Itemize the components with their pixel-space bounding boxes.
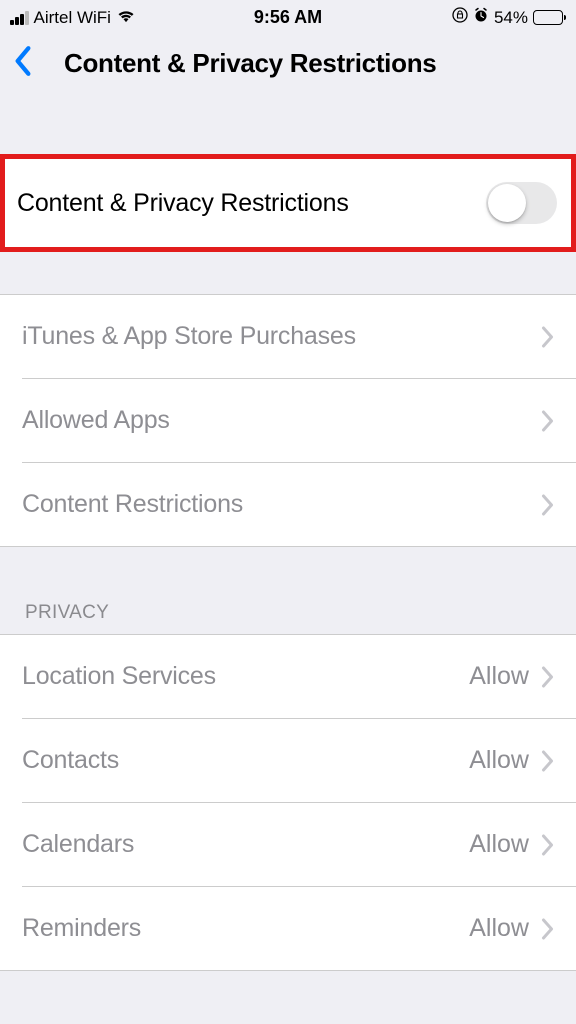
status-right: 54% (452, 7, 566, 28)
status-bar: Airtel WiFi 9:56 AM 54% (0, 0, 576, 30)
row-label: Location Services (22, 662, 469, 691)
allowed-apps-row[interactable]: Allowed Apps (22, 378, 576, 462)
chevron-right-icon (541, 410, 554, 432)
nav-bar: Content & Privacy Restrictions (0, 30, 576, 94)
location-services-row[interactable]: Location Services Allow (0, 635, 576, 718)
itunes-app-store-purchases-row[interactable]: iTunes & App Store Purchases (0, 295, 576, 378)
status-time: 9:56 AM (254, 7, 322, 28)
chevron-right-icon (541, 918, 554, 940)
row-label: Calendars (22, 830, 469, 859)
content-privacy-toggle-label: Content & Privacy Restrictions (17, 189, 349, 218)
orientation-lock-icon (452, 7, 468, 28)
row-label: Reminders (22, 914, 469, 943)
reminders-row[interactable]: Reminders Allow (22, 886, 576, 970)
row-value: Allow (469, 662, 529, 691)
purchases-section: iTunes & App Store Purchases Allowed App… (0, 294, 576, 547)
carrier-label: Airtel WiFi (34, 8, 111, 28)
row-label: Contacts (22, 746, 469, 775)
row-value: Allow (469, 914, 529, 943)
row-label: Allowed Apps (22, 406, 541, 435)
row-value: Allow (469, 746, 529, 775)
content-restrictions-row[interactable]: Content Restrictions (22, 462, 576, 546)
chevron-right-icon (541, 494, 554, 516)
chevron-right-icon (541, 834, 554, 856)
row-label: iTunes & App Store Purchases (22, 322, 541, 351)
alarm-icon (473, 7, 489, 28)
row-value: Allow (469, 830, 529, 859)
page-title: Content & Privacy Restrictions (64, 48, 436, 79)
content-privacy-toggle[interactable] (486, 182, 557, 224)
chevron-right-icon (541, 326, 554, 348)
chevron-right-icon (541, 750, 554, 772)
toggle-knob (488, 184, 526, 222)
cellular-signal-icon (10, 11, 29, 25)
chevron-right-icon (541, 666, 554, 688)
privacy-section: Location Services Allow Contacts Allow C… (0, 634, 576, 971)
status-left: Airtel WiFi (10, 7, 136, 28)
wifi-icon (116, 7, 136, 28)
content-privacy-toggle-row: Content & Privacy Restrictions (5, 159, 571, 247)
row-label: Content Restrictions (22, 490, 541, 519)
battery-icon (533, 10, 566, 25)
back-button[interactable] (12, 45, 34, 82)
highlighted-toggle-cell: Content & Privacy Restrictions (0, 154, 576, 252)
battery-percent-label: 54% (494, 8, 528, 28)
contacts-row[interactable]: Contacts Allow (22, 718, 576, 802)
privacy-section-header: PRIVACY (0, 547, 576, 634)
calendars-row[interactable]: Calendars Allow (22, 802, 576, 886)
